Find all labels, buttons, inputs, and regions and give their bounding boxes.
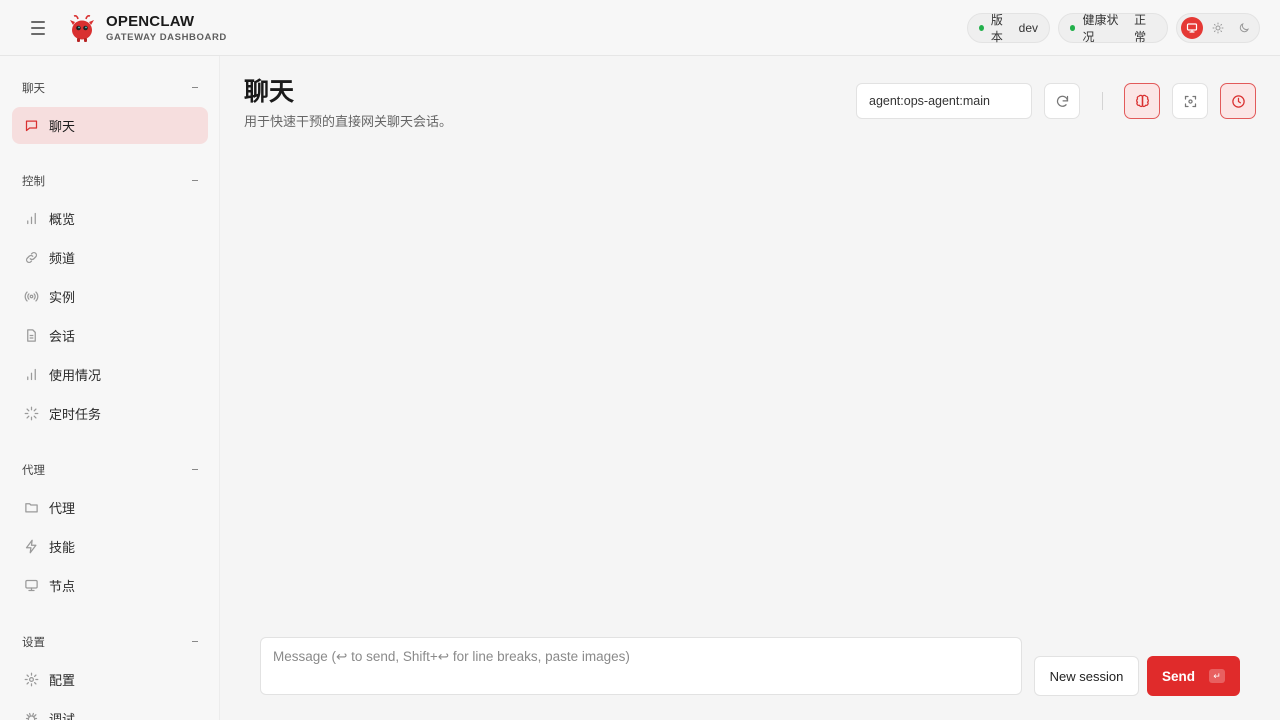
bar-chart-icon bbox=[26, 368, 36, 381]
sidebar-group-agent[interactable]: 代理 bbox=[22, 462, 200, 478]
collapse-icon bbox=[192, 641, 198, 642]
monitor-icon bbox=[24, 579, 38, 592]
sidebar-item-label: 技能 bbox=[49, 540, 76, 555]
message-icon bbox=[25, 120, 37, 132]
bar-chart-icon bbox=[26, 212, 36, 225]
sidebar-item-config[interactable]: 配置 bbox=[12, 661, 208, 698]
sidebar-item-label: 频道 bbox=[49, 251, 76, 266]
settings-icon bbox=[24, 672, 38, 687]
folder-icon bbox=[24, 503, 38, 513]
theme-system-button[interactable] bbox=[1181, 17, 1203, 39]
message-input[interactable] bbox=[261, 638, 1021, 694]
sidebar-item-usage[interactable]: 使用情况 bbox=[12, 356, 208, 393]
file-text-icon bbox=[26, 329, 36, 342]
thinking-toggle-button[interactable] bbox=[1124, 83, 1160, 119]
sidebar-group-label: 聊天 bbox=[22, 83, 45, 95]
sidebar-item-nodes[interactable]: 节点 bbox=[12, 567, 208, 604]
sidebar-group-settings[interactable]: 设置 bbox=[22, 634, 200, 650]
sidebar-item-label: 配置 bbox=[49, 673, 76, 688]
sidebar-item-chat[interactable]: 聊天 bbox=[12, 107, 208, 144]
sidebar-item-label: 实例 bbox=[49, 290, 76, 305]
enter-key-icon: ↵ bbox=[1209, 669, 1225, 683]
sidebar-item-label: 概览 bbox=[49, 212, 76, 227]
zap-icon bbox=[25, 539, 36, 554]
bug-icon bbox=[25, 712, 37, 720]
theme-switcher bbox=[1176, 13, 1260, 43]
sidebar-item-label: 代理 bbox=[49, 501, 76, 516]
page-title: 聊天 bbox=[244, 78, 295, 106]
status-dot-icon bbox=[979, 25, 984, 31]
toolbar-divider bbox=[1102, 92, 1103, 110]
sidebar-item-debug[interactable]: 调试 bbox=[12, 700, 208, 720]
sidebar-group-label: 代理 bbox=[22, 465, 45, 477]
sidebar-group-chat[interactable]: 聊天 bbox=[22, 80, 200, 96]
health-value: 正常 bbox=[1134, 13, 1147, 44]
status-dot-icon bbox=[1070, 25, 1076, 31]
sidebar-item-label: 会话 bbox=[49, 329, 76, 344]
brain-icon bbox=[1135, 94, 1149, 107]
focus-mode-button[interactable] bbox=[1172, 83, 1208, 119]
collapse-icon bbox=[192, 87, 198, 88]
refresh-icon bbox=[1056, 95, 1068, 107]
version-value: dev bbox=[1018, 21, 1038, 35]
loader-icon bbox=[24, 406, 38, 421]
page-subtitle: 用于快速干预的直接网关聊天会话。 bbox=[244, 114, 453, 129]
sun-icon bbox=[1212, 22, 1224, 34]
version-label: 版本 bbox=[990, 13, 1003, 44]
brand-subtitle: GATEWAY DASHBOARD bbox=[106, 32, 227, 43]
sidebar-item-overview[interactable]: 概览 bbox=[12, 200, 208, 237]
history-button[interactable] bbox=[1220, 83, 1256, 119]
moon-icon bbox=[1239, 23, 1249, 33]
send-button[interactable]: Send ↵ bbox=[1147, 656, 1240, 696]
sidebar-group-control[interactable]: 控制 bbox=[22, 173, 200, 189]
collapse-icon bbox=[192, 469, 198, 470]
sidebar-item-agents[interactable]: 代理 bbox=[12, 489, 208, 526]
sidebar-item-sessions[interactable]: 会话 bbox=[12, 317, 208, 354]
sidebar-item-channels[interactable]: 频道 bbox=[12, 239, 208, 276]
sidebar-item-skills[interactable]: 技能 bbox=[12, 528, 208, 565]
link-icon bbox=[25, 252, 37, 263]
new-session-button[interactable]: New session bbox=[1034, 656, 1139, 696]
focus-icon bbox=[1184, 95, 1196, 107]
session-select[interactable]: agent:ops-agent:main bbox=[856, 83, 1032, 119]
monitor-icon bbox=[1186, 23, 1198, 33]
sidebar-item-cron[interactable]: 定时任务 bbox=[12, 395, 208, 432]
sidebar: 聊天 聊天 控制 概览 频道 实例 会话 使用情况 定时任务 代理 代理 技能 … bbox=[0, 56, 220, 720]
radio-icon bbox=[24, 291, 38, 302]
message-composer bbox=[260, 637, 1022, 695]
sidebar-item-label: 调试 bbox=[49, 712, 76, 720]
top-bar: OPENCLAW GATEWAY DASHBOARD 版本 dev 健康状况 正… bbox=[0, 0, 1280, 56]
clock-icon bbox=[1231, 94, 1245, 108]
send-label: Send bbox=[1161, 668, 1195, 684]
sidebar-item-label: 定时任务 bbox=[49, 407, 102, 422]
collapse-icon bbox=[192, 180, 198, 181]
brand-title: OPENCLAW bbox=[106, 13, 195, 30]
health-label: 健康状况 bbox=[1082, 13, 1119, 44]
sidebar-item-label: 节点 bbox=[49, 579, 76, 594]
sidebar-item-label: 使用情况 bbox=[49, 368, 102, 383]
theme-dark-button[interactable] bbox=[1233, 17, 1255, 39]
sidebar-group-label: 控制 bbox=[22, 176, 45, 188]
logo-icon bbox=[70, 15, 94, 42]
sidebar-item-instances[interactable]: 实例 bbox=[12, 278, 208, 315]
sidebar-item-label: 聊天 bbox=[49, 119, 76, 134]
refresh-button[interactable] bbox=[1044, 83, 1080, 119]
health-badge: 健康状况 正常 bbox=[1058, 13, 1168, 44]
sidebar-group-label: 设置 bbox=[22, 637, 45, 649]
menu-icon[interactable] bbox=[26, 19, 50, 37]
theme-light-button[interactable] bbox=[1207, 17, 1229, 39]
version-badge: 版本 dev bbox=[967, 13, 1050, 44]
